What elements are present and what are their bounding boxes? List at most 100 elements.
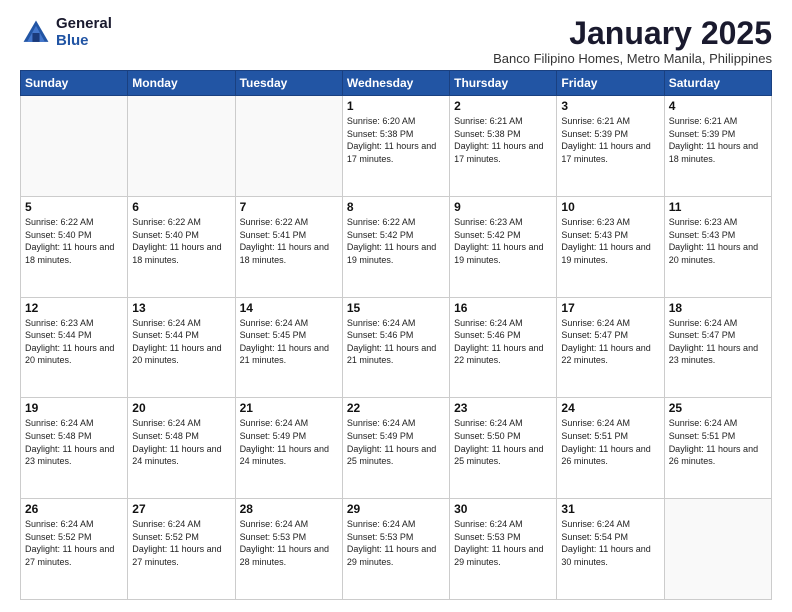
logo-blue-text: Blue [56, 33, 112, 50]
empty-cell [128, 96, 235, 197]
day-cell-25: 25 Sunrise: 6:24 AM Sunset: 5:51 PM Dayli… [664, 398, 771, 499]
calendar-table: SundayMondayTuesdayWednesdayThursdayFrid… [20, 70, 772, 600]
empty-cell [235, 96, 342, 197]
day-cell-14: 14 Sunrise: 6:24 AM Sunset: 5:45 PM Dayli… [235, 297, 342, 398]
logo: General Blue [20, 16, 112, 49]
day-info: Sunrise: 6:24 AM Sunset: 5:52 PM Dayligh… [25, 518, 123, 568]
day-number: 2 [454, 99, 552, 113]
day-cell-18: 18 Sunrise: 6:24 AM Sunset: 5:47 PM Dayli… [664, 297, 771, 398]
day-number: 3 [561, 99, 659, 113]
header: General Blue January 2025 Banco Filipino… [20, 16, 772, 66]
day-number: 18 [669, 301, 767, 315]
day-cell-21: 21Sunrise: 6:24 AM Sunset: 5:49 PM Dayli… [235, 398, 342, 499]
day-cell-27: 27 Sunrise: 6:24 AM Sunset: 5:52 PM Dayli… [128, 499, 235, 600]
logo-icon [20, 17, 52, 49]
day-number: 26 [25, 502, 123, 516]
day-info: Sunrise: 6:21 AM Sunset: 5:39 PM Dayligh… [561, 115, 659, 165]
day-info: Sunrise: 6:23 AM Sunset: 5:43 PM Dayligh… [669, 216, 767, 266]
weekday-saturday: Saturday [664, 71, 771, 96]
day-cell-12: 12Sunrise: 6:23 AM Sunset: 5:44 PM Dayli… [21, 297, 128, 398]
day-cell-22: 22 Sunrise: 6:24 AM Sunset: 5:49 PM Dayli… [342, 398, 449, 499]
weekday-sunday: Sunday [21, 71, 128, 96]
day-cell-20: 20 Sunrise: 6:24 AM Sunset: 5:48 PM Dayli… [128, 398, 235, 499]
day-number: 29 [347, 502, 445, 516]
day-number: 7 [240, 200, 338, 214]
day-number: 30 [454, 502, 552, 516]
day-number: 23 [454, 401, 552, 415]
day-info: Sunrise: 6:24 AM Sunset: 5:47 PM Dayligh… [561, 317, 659, 367]
logo-general-text: General [56, 16, 112, 33]
day-info: Sunrise: 6:24 AM Sunset: 5:51 PM Dayligh… [669, 417, 767, 467]
day-cell-6: 6 Sunrise: 6:22 AM Sunset: 5:40 PM Daylig… [128, 196, 235, 297]
day-info: Sunrise: 6:23 AM Sunset: 5:42 PM Dayligh… [454, 216, 552, 266]
day-cell-5: 5Sunrise: 6:22 AM Sunset: 5:40 PM Daylig… [21, 196, 128, 297]
day-cell-7: 7 Sunrise: 6:22 AM Sunset: 5:41 PM Daylig… [235, 196, 342, 297]
day-cell-17: 17Sunrise: 6:24 AM Sunset: 5:47 PM Dayli… [557, 297, 664, 398]
week-row-2: 12Sunrise: 6:23 AM Sunset: 5:44 PM Dayli… [21, 297, 772, 398]
day-number: 15 [347, 301, 445, 315]
month-title: January 2025 [493, 16, 772, 51]
day-info: Sunrise: 6:20 AM Sunset: 5:38 PM Dayligh… [347, 115, 445, 165]
day-number: 24 [561, 401, 659, 415]
weekday-wednesday: Wednesday [342, 71, 449, 96]
day-number: 16 [454, 301, 552, 315]
day-cell-19: 19Sunrise: 6:24 AM Sunset: 5:48 PM Dayli… [21, 398, 128, 499]
week-row-4: 26 Sunrise: 6:24 AM Sunset: 5:52 PM Dayli… [21, 499, 772, 600]
day-number: 27 [132, 502, 230, 516]
day-info: Sunrise: 6:21 AM Sunset: 5:39 PM Dayligh… [669, 115, 767, 165]
day-cell-15: 15 Sunrise: 6:24 AM Sunset: 5:46 PM Dayli… [342, 297, 449, 398]
week-row-3: 19Sunrise: 6:24 AM Sunset: 5:48 PM Dayli… [21, 398, 772, 499]
day-info: Sunrise: 6:24 AM Sunset: 5:53 PM Dayligh… [240, 518, 338, 568]
day-cell-8: 8Sunrise: 6:22 AM Sunset: 5:42 PM Daylig… [342, 196, 449, 297]
day-number: 31 [561, 502, 659, 516]
day-cell-29: 29 Sunrise: 6:24 AM Sunset: 5:53 PM Dayli… [342, 499, 449, 600]
empty-cell [664, 499, 771, 600]
day-cell-2: 2 Sunrise: 6:21 AM Sunset: 5:38 PM Daylig… [450, 96, 557, 197]
day-cell-23: 23 Sunrise: 6:24 AM Sunset: 5:50 PM Dayli… [450, 398, 557, 499]
day-info: Sunrise: 6:24 AM Sunset: 5:54 PM Dayligh… [561, 518, 659, 568]
day-info: Sunrise: 6:22 AM Sunset: 5:40 PM Dayligh… [25, 216, 123, 266]
day-info: Sunrise: 6:24 AM Sunset: 5:45 PM Dayligh… [240, 317, 338, 367]
day-info: Sunrise: 6:24 AM Sunset: 5:48 PM Dayligh… [132, 417, 230, 467]
day-info: Sunrise: 6:22 AM Sunset: 5:41 PM Dayligh… [240, 216, 338, 266]
day-info: Sunrise: 6:24 AM Sunset: 5:49 PM Dayligh… [240, 417, 338, 467]
day-number: 20 [132, 401, 230, 415]
day-number: 9 [454, 200, 552, 214]
weekday-thursday: Thursday [450, 71, 557, 96]
day-cell-1: 1 Sunrise: 6:20 AM Sunset: 5:38 PM Daylig… [342, 96, 449, 197]
day-cell-30: 30 Sunrise: 6:24 AM Sunset: 5:53 PM Dayli… [450, 499, 557, 600]
day-cell-28: 28 Sunrise: 6:24 AM Sunset: 5:53 PM Dayli… [235, 499, 342, 600]
day-cell-31: 31 Sunrise: 6:24 AM Sunset: 5:54 PM Dayli… [557, 499, 664, 600]
day-info: Sunrise: 6:24 AM Sunset: 5:44 PM Dayligh… [132, 317, 230, 367]
day-number: 28 [240, 502, 338, 516]
week-row-1: 5Sunrise: 6:22 AM Sunset: 5:40 PM Daylig… [21, 196, 772, 297]
day-cell-24: 24Sunrise: 6:24 AM Sunset: 5:51 PM Dayli… [557, 398, 664, 499]
day-info: Sunrise: 6:23 AM Sunset: 5:43 PM Dayligh… [561, 216, 659, 266]
day-info: Sunrise: 6:21 AM Sunset: 5:38 PM Dayligh… [454, 115, 552, 165]
day-info: Sunrise: 6:24 AM Sunset: 5:53 PM Dayligh… [347, 518, 445, 568]
day-number: 12 [25, 301, 123, 315]
day-number: 1 [347, 99, 445, 113]
day-info: Sunrise: 6:22 AM Sunset: 5:40 PM Dayligh… [132, 216, 230, 266]
day-number: 22 [347, 401, 445, 415]
day-number: 8 [347, 200, 445, 214]
weekday-friday: Friday [557, 71, 664, 96]
day-cell-26: 26 Sunrise: 6:24 AM Sunset: 5:52 PM Dayli… [21, 499, 128, 600]
day-info: Sunrise: 6:24 AM Sunset: 5:47 PM Dayligh… [669, 317, 767, 367]
day-info: Sunrise: 6:24 AM Sunset: 5:53 PM Dayligh… [454, 518, 552, 568]
day-cell-11: 11Sunrise: 6:23 AM Sunset: 5:43 PM Dayli… [664, 196, 771, 297]
empty-cell [21, 96, 128, 197]
weekday-monday: Monday [128, 71, 235, 96]
weekday-header-row: SundayMondayTuesdayWednesdayThursdayFrid… [21, 71, 772, 96]
day-number: 14 [240, 301, 338, 315]
day-number: 25 [669, 401, 767, 415]
day-cell-10: 10Sunrise: 6:23 AM Sunset: 5:43 PM Dayli… [557, 196, 664, 297]
day-cell-4: 4Sunrise: 6:21 AM Sunset: 5:39 PM Daylig… [664, 96, 771, 197]
weekday-tuesday: Tuesday [235, 71, 342, 96]
day-number: 6 [132, 200, 230, 214]
day-info: Sunrise: 6:24 AM Sunset: 5:46 PM Dayligh… [347, 317, 445, 367]
day-info: Sunrise: 6:24 AM Sunset: 5:52 PM Dayligh… [132, 518, 230, 568]
day-info: Sunrise: 6:24 AM Sunset: 5:50 PM Dayligh… [454, 417, 552, 467]
logo-text: General Blue [56, 16, 112, 49]
day-info: Sunrise: 6:24 AM Sunset: 5:49 PM Dayligh… [347, 417, 445, 467]
